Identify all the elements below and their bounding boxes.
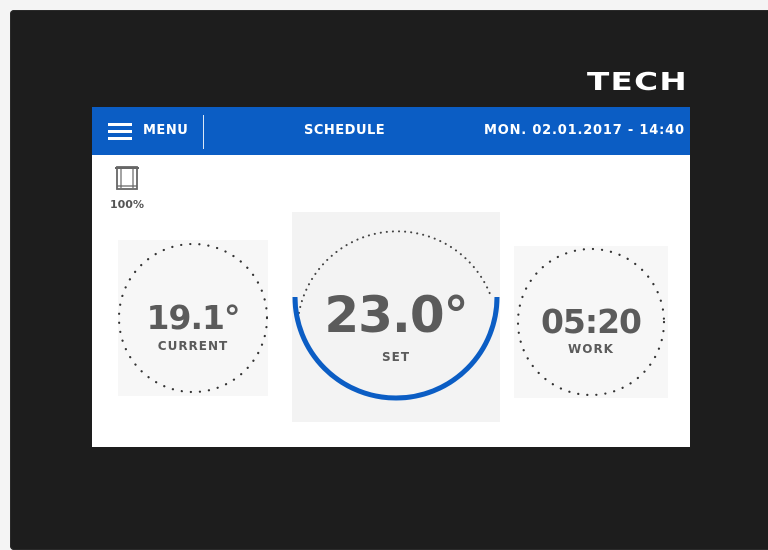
date-time: MON. 02.01.2017 - 14:40	[484, 123, 685, 138]
blind-percent: 100%	[110, 198, 144, 211]
tech-logo: TECH	[587, 67, 688, 96]
menu-button[interactable]: MENU	[92, 107, 202, 155]
set-temp-value: 23.0°	[324, 286, 468, 344]
current-temp-label: CURRENT	[157, 339, 229, 353]
work-time-label: WORK	[568, 342, 614, 356]
work-time-value: 05:20	[540, 302, 642, 341]
hamburger-icon	[108, 123, 132, 140]
top-bar: MENU SCHEDULE MON. 02.01.2017 - 14:40	[92, 107, 690, 155]
menu-label: MENU	[143, 123, 189, 138]
current-temp-value: 19.1°	[146, 298, 241, 337]
window-blind-icon[interactable]	[114, 165, 140, 191]
current-temp-tile[interactable]: 19.1° CURRENT	[118, 240, 268, 396]
set-temp-label: SET	[381, 350, 411, 364]
work-time-tile[interactable]: 05:20 WORK	[514, 246, 668, 398]
screen-title: SCHEDULE	[304, 123, 386, 138]
display-screen: MENU SCHEDULE MON. 02.01.2017 - 14:40 10…	[92, 107, 690, 447]
svg-text:TECH: TECH	[587, 67, 688, 96]
topbar-divider	[203, 115, 204, 149]
set-temp-tile[interactable]: 23.0° SET	[292, 212, 500, 422]
